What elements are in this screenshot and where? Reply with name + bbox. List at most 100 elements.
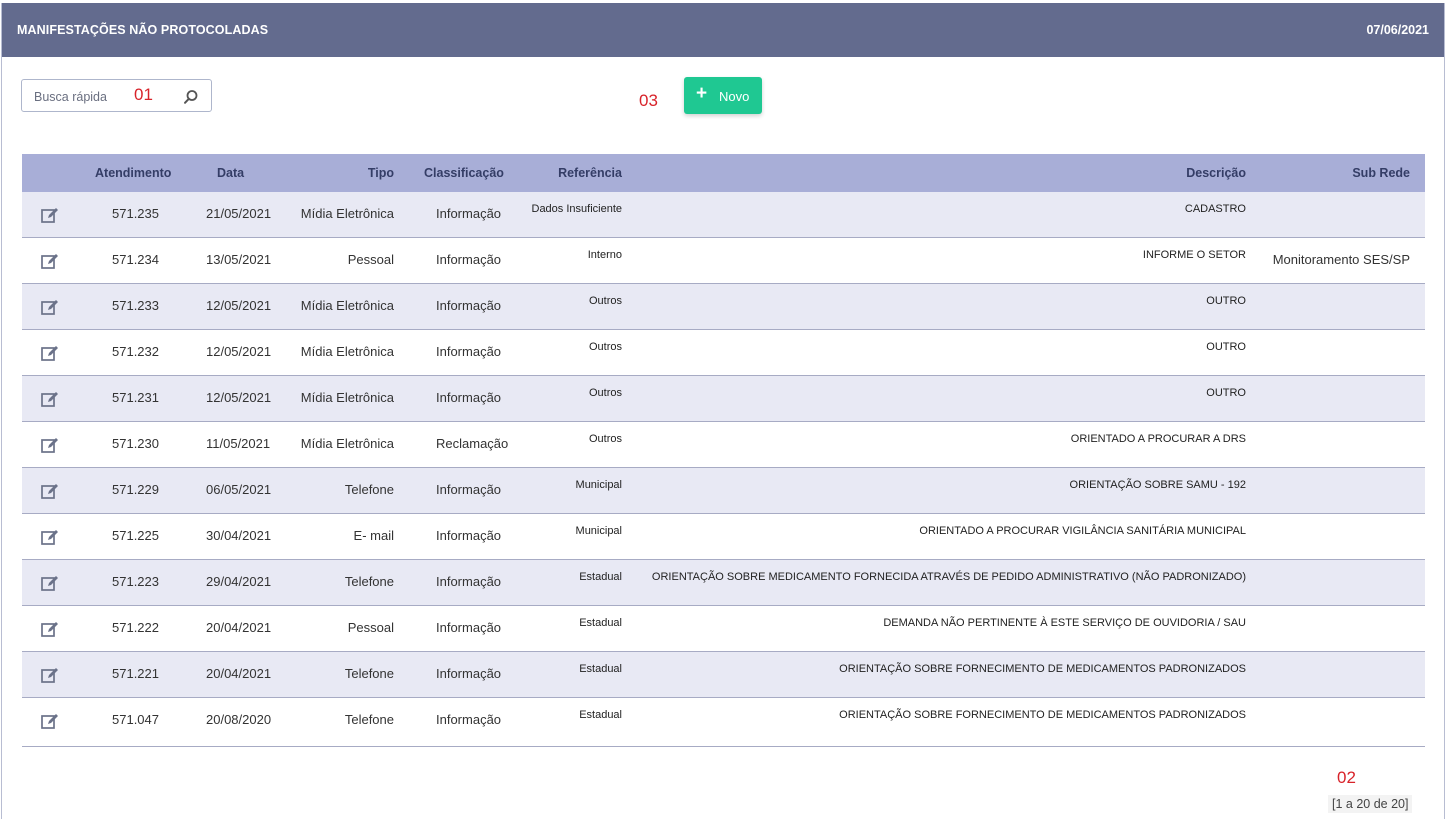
column-header-data[interactable]: Data	[217, 166, 244, 180]
cell-tipo: Mídia Eletrônica	[300, 344, 394, 359]
table-row[interactable]: 571.229 06/05/2021 Telefone Informação Munic…	[22, 468, 1425, 514]
cell-classificacao: Reclamação	[436, 436, 509, 451]
table-row[interactable]: 571.233 12/05/2021 Mídia Eletrônica Informa…	[22, 284, 1425, 330]
cell-descricao: ORIENTADO A PROCURAR VIGILÂNCIA SANITÁRI…	[919, 525, 1246, 537]
edit-icon[interactable]	[41, 437, 59, 454]
cell-descricao: DEMANDA NÃO PERTINENTE À ESTE SERVIÇO DE…	[883, 617, 1246, 629]
table-row[interactable]: 571.047 20/08/2020 Telefone Informação Estad…	[22, 698, 1425, 747]
cell-tipo: Telefone	[344, 482, 394, 497]
cell-atendimento: 571.235	[112, 206, 159, 221]
cell-referencia: Estadual	[579, 663, 622, 675]
column-header-descricao[interactable]: Descrição	[1186, 166, 1246, 180]
cell-descricao: OUTRO	[1206, 387, 1246, 399]
edit-icon[interactable]	[41, 529, 59, 546]
edit-icon[interactable]	[41, 345, 59, 362]
cell-tipo: Pessoal	[347, 620, 394, 635]
cell-descricao: ORIENTAÇÃO SOBRE SAMU - 192	[1069, 479, 1246, 491]
new-button[interactable]: + Novo	[684, 77, 762, 114]
cell-data: 12/05/2021	[206, 344, 272, 359]
edit-icon[interactable]	[41, 575, 59, 592]
cell-classificacao: Informação	[436, 252, 502, 267]
edit-icon[interactable]	[41, 253, 59, 270]
table-row[interactable]: 571.234 13/05/2021 Pessoal Informação Intern…	[22, 238, 1425, 284]
cell-data: 06/05/2021	[206, 482, 272, 497]
edit-icon[interactable]	[41, 391, 59, 408]
table-row[interactable]: 571.221 20/04/2021 Telefone Informação Estad…	[22, 652, 1425, 698]
table-row[interactable]: 571.235 21/05/2021 Mídia Eletrônica Informa…	[22, 192, 1425, 238]
cell-tipo: Mídia Eletrônica	[300, 298, 394, 313]
cell-data: 12/05/2021	[206, 390, 272, 405]
page-title: MANIFESTAÇÕES NÃO PROTOCOLADAS	[17, 23, 269, 37]
manifestations-table: Atendimento Data Tipo Classificação Refe…	[22, 154, 1425, 747]
edit-icon[interactable]	[41, 713, 59, 730]
search-icon[interactable]	[183, 89, 199, 105]
table-row[interactable]: 571.232 12/05/2021 Mídia Eletrônica Informa…	[22, 330, 1425, 376]
cell-data: 20/04/2021	[206, 620, 272, 635]
table-header: Atendimento Data Tipo Classificação Refe…	[22, 154, 1425, 192]
pagination-info: [1 a 20 de 20]	[1328, 795, 1413, 813]
cell-referencia: Outros	[588, 295, 622, 307]
column-header-atendimento[interactable]: Atendimento	[95, 166, 171, 180]
cell-atendimento: 571.233	[112, 298, 159, 313]
column-header-referencia[interactable]: Referência	[558, 166, 622, 180]
cell-classificacao: Informação	[436, 206, 502, 221]
annotation-marker-01: 01	[134, 85, 153, 104]
cell-atendimento: 571.225	[112, 528, 159, 543]
cell-tipo: Telefone	[344, 574, 394, 589]
edit-icon[interactable]	[41, 207, 59, 224]
cell-data: 11/05/2021	[206, 436, 271, 451]
cell-descricao: INFORME O SETOR	[1142, 249, 1246, 261]
cell-data: 29/04/2021	[206, 574, 272, 589]
table-row[interactable]: 571.222 20/04/2021 Pessoal Informação Estadu…	[22, 606, 1425, 652]
column-header-subrede[interactable]: Sub Rede	[1352, 166, 1410, 180]
cell-classificacao: Informação	[436, 298, 502, 313]
plus-icon: +	[696, 83, 708, 104]
cell-referencia: Dados Insuficiente	[531, 203, 623, 215]
cell-data: 13/05/2021	[206, 252, 272, 267]
cell-referencia: Outros	[588, 341, 622, 353]
cell-referencia: Estadual	[579, 617, 622, 629]
cell-referencia: Interno	[587, 249, 622, 261]
edit-icon[interactable]	[41, 299, 59, 316]
cell-subrede: Monitoramento SES/SP	[1272, 252, 1410, 267]
cell-classificacao: Informação	[436, 482, 502, 497]
search-placeholder: Busca rápida	[34, 90, 107, 104]
cell-tipo: Mídia Eletrônica	[300, 206, 394, 221]
cell-referencia: Municipal	[575, 525, 622, 537]
cell-atendimento: 571.221	[112, 666, 159, 681]
cell-referencia: Municipal	[575, 479, 622, 491]
quick-search-input[interactable]: Busca rápida	[21, 79, 212, 112]
annotation-marker-02: 02	[1337, 768, 1356, 787]
cell-atendimento: 571.223	[112, 574, 159, 589]
column-header-tipo[interactable]: Tipo	[368, 166, 394, 180]
edit-icon[interactable]	[41, 483, 59, 500]
cell-descricao: ORIENTAÇÃO SOBRE MEDICAMENTO FORNECIDA A…	[651, 571, 1246, 583]
cell-data: 20/04/2021	[206, 666, 272, 681]
cell-tipo: Pessoal	[347, 252, 394, 267]
header-date: 07/06/2021	[1366, 23, 1429, 37]
table-row[interactable]: 571.230 11/05/2021 Mídia Eletrônica Reclama…	[22, 422, 1425, 468]
cell-data: 12/05/2021	[206, 298, 272, 313]
cell-classificacao: Informação	[436, 574, 502, 589]
cell-descricao: ORIENTADO A PROCURAR A DRS	[1070, 433, 1246, 445]
edit-icon[interactable]	[41, 667, 59, 684]
cell-descricao: ORIENTAÇÃO SOBRE FORNECIMENTO DE MEDICAM…	[839, 663, 1246, 675]
cell-classificacao: Informação	[436, 390, 502, 405]
cell-descricao: CADASTRO	[1184, 203, 1246, 215]
column-header-classificacao[interactable]: Classificação	[424, 166, 504, 180]
edit-icon[interactable]	[41, 621, 59, 638]
annotation-marker-03: 03	[639, 91, 658, 110]
table-row[interactable]: 571.223 29/04/2021 Telefone Informação Estad…	[22, 560, 1425, 606]
cell-data: 20/08/2020	[206, 712, 272, 727]
cell-descricao: ORIENTAÇÃO SOBRE FORNECIMENTO DE MEDICAM…	[839, 709, 1246, 721]
cell-referencia: Outros	[588, 433, 622, 445]
cell-classificacao: Informação	[436, 712, 502, 727]
cell-data: 30/04/2021	[206, 528, 272, 543]
cell-atendimento: 571.232	[112, 344, 159, 359]
table-row[interactable]: 571.231 12/05/2021 Mídia Eletrônica Informa…	[22, 376, 1425, 422]
cell-tipo: Telefone	[344, 666, 394, 681]
cell-tipo: Mídia Eletrônica	[300, 390, 394, 405]
table-row[interactable]: 571.225 30/04/2021 E- mail Informação Munici…	[22, 514, 1425, 560]
cell-referencia: Outros	[588, 387, 622, 399]
cell-tipo: E- mail	[353, 528, 394, 543]
